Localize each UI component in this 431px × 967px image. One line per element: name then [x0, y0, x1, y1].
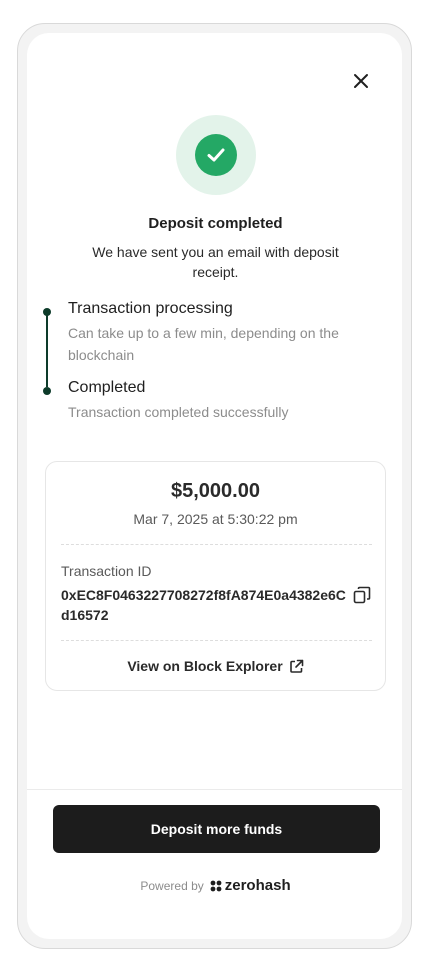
transaction-timeline: Transaction processing Can take up to a … — [42, 300, 382, 430]
transaction-id-label: Transaction ID — [61, 563, 152, 579]
footer-divider — [27, 789, 402, 790]
copy-icon — [353, 586, 371, 604]
modal-frame: Deposit completed We have sent you an em… — [17, 23, 412, 949]
powered-by-label: Powered by — [140, 878, 204, 893]
deposit-amount: $5,000.00 — [171, 480, 260, 502]
copy-transaction-id-button[interactable] — [351, 584, 373, 606]
timeline-step-description: Can take up to a few min, depending on t… — [68, 325, 339, 363]
close-icon — [354, 74, 368, 88]
explorer-link-label: View on Block Explorer — [127, 658, 283, 674]
check-icon — [207, 148, 225, 162]
powered-by: Powered by zerohash — [27, 877, 402, 894]
transaction-id-value: 0xEC8F0463227708272f8fA874E0a4382e6Cd165… — [61, 587, 346, 623]
success-badge — [176, 115, 256, 195]
zerohash-logo-icon — [210, 880, 222, 891]
timeline-step-description: Transaction completed successfully — [68, 404, 289, 420]
view-on-block-explorer-link[interactable]: View on Block Explorer — [46, 658, 385, 674]
external-link-icon — [289, 659, 303, 673]
status-message: We have sent you an email with deposit r… — [92, 244, 339, 280]
divider — [61, 640, 372, 641]
timeline-step-title: Transaction processing — [68, 300, 233, 317]
divider — [61, 544, 372, 545]
timeline-step-title: Completed — [68, 379, 146, 396]
transaction-date: Mar 7, 2025 at 5:30:22 pm — [133, 511, 298, 527]
brand-name: zerohash — [224, 877, 291, 894]
brand-logo: zerohash — [210, 877, 291, 894]
timeline-connector — [46, 315, 48, 387]
close-button[interactable] — [347, 67, 375, 95]
timeline-dot-completed — [43, 387, 51, 395]
deposit-more-funds-button[interactable]: Deposit more funds — [53, 805, 380, 853]
transaction-summary: $5,000.00 Mar 7, 2025 at 5:30:22 pm Tran… — [45, 461, 386, 691]
success-check — [195, 134, 237, 176]
deposit-status-card: Deposit completed We have sent you an em… — [27, 33, 402, 939]
page-title: Deposit completed — [148, 215, 283, 232]
